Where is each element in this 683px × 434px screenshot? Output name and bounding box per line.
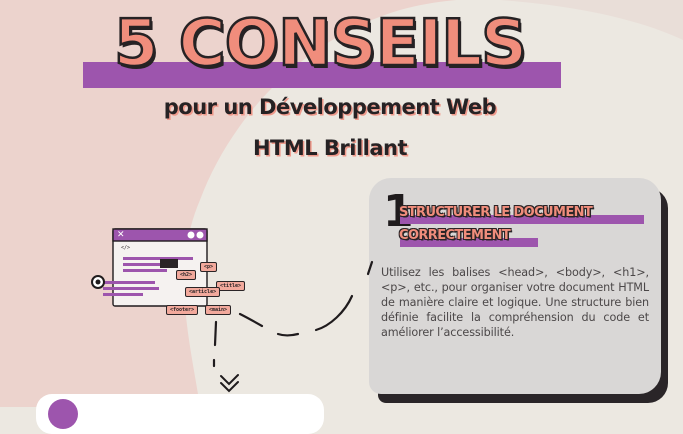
tag-title: <title> — [216, 281, 246, 291]
tag-article: <article> — [185, 287, 221, 297]
tag-p: <p> — [200, 262, 218, 272]
close-icon: ✕ — [117, 230, 125, 240]
window-tag-label: </> — [121, 245, 131, 251]
next-tip-card — [36, 394, 324, 434]
next-tip-number-badge — [48, 399, 78, 429]
tag-h2: <h2> — [176, 270, 197, 280]
tag-main: <main> — [205, 305, 232, 315]
html-window-illustration — [91, 228, 208, 307]
tag-footer: <footer> — [166, 305, 199, 315]
